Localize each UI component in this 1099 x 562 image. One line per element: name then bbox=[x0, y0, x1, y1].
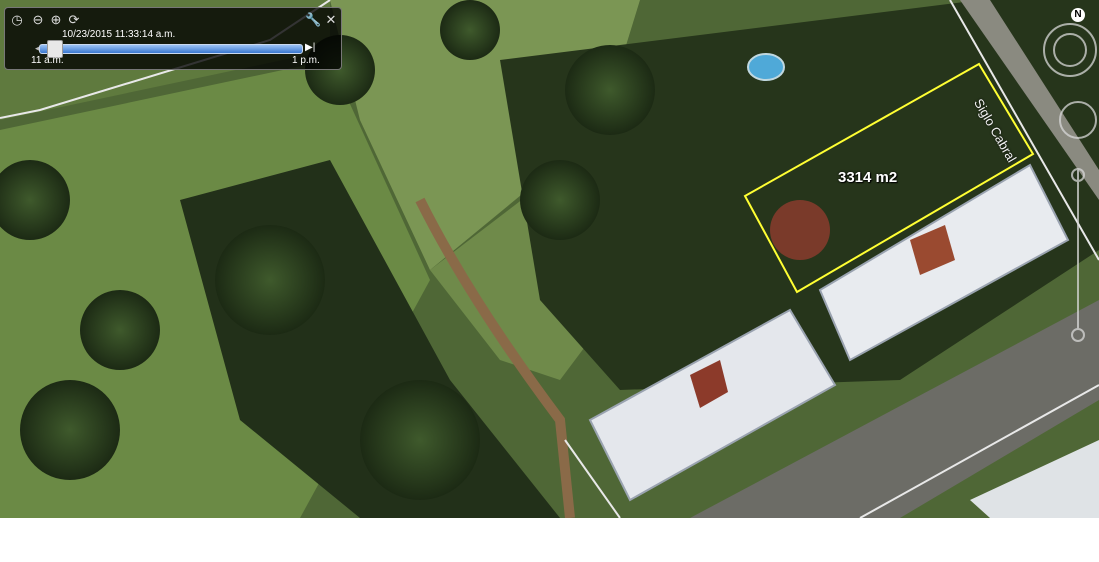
time-range-start: 11 a.m. bbox=[31, 55, 64, 66]
step-forward-icon[interactable]: ▶| bbox=[305, 42, 315, 53]
time-slider-panel: ◷ ⊖ ⊕ ⟳ 🔧 ✕ 10/23/2015 11:33:14 a.m. ◀ ▶… bbox=[4, 7, 342, 70]
area-measurement-label: 3314 m2 bbox=[838, 169, 898, 186]
close-icon[interactable]: ✕ bbox=[323, 12, 339, 28]
refresh-icon[interactable]: ⟳ bbox=[66, 12, 82, 28]
time-range-end: 1 p.m. bbox=[292, 55, 320, 66]
zoom-in-time-icon[interactable]: ⊕ bbox=[48, 12, 64, 28]
current-datetime: 10/23/2015 11:33:14 a.m. bbox=[62, 29, 176, 40]
time-slider-track[interactable] bbox=[39, 44, 303, 54]
clock-icon[interactable]: ◷ bbox=[9, 12, 25, 28]
north-indicator[interactable]: N bbox=[1071, 8, 1085, 22]
settings-wrench-icon[interactable]: 🔧 bbox=[305, 12, 321, 28]
map-imagery bbox=[0, 0, 1099, 518]
zoom-out-time-icon[interactable]: ⊖ bbox=[30, 12, 46, 28]
satellite-map[interactable]: N 3314 m2 Siglo Cabral ◷ ⊖ ⊕ ⟳ 🔧 ✕ 10/23… bbox=[0, 0, 1099, 518]
